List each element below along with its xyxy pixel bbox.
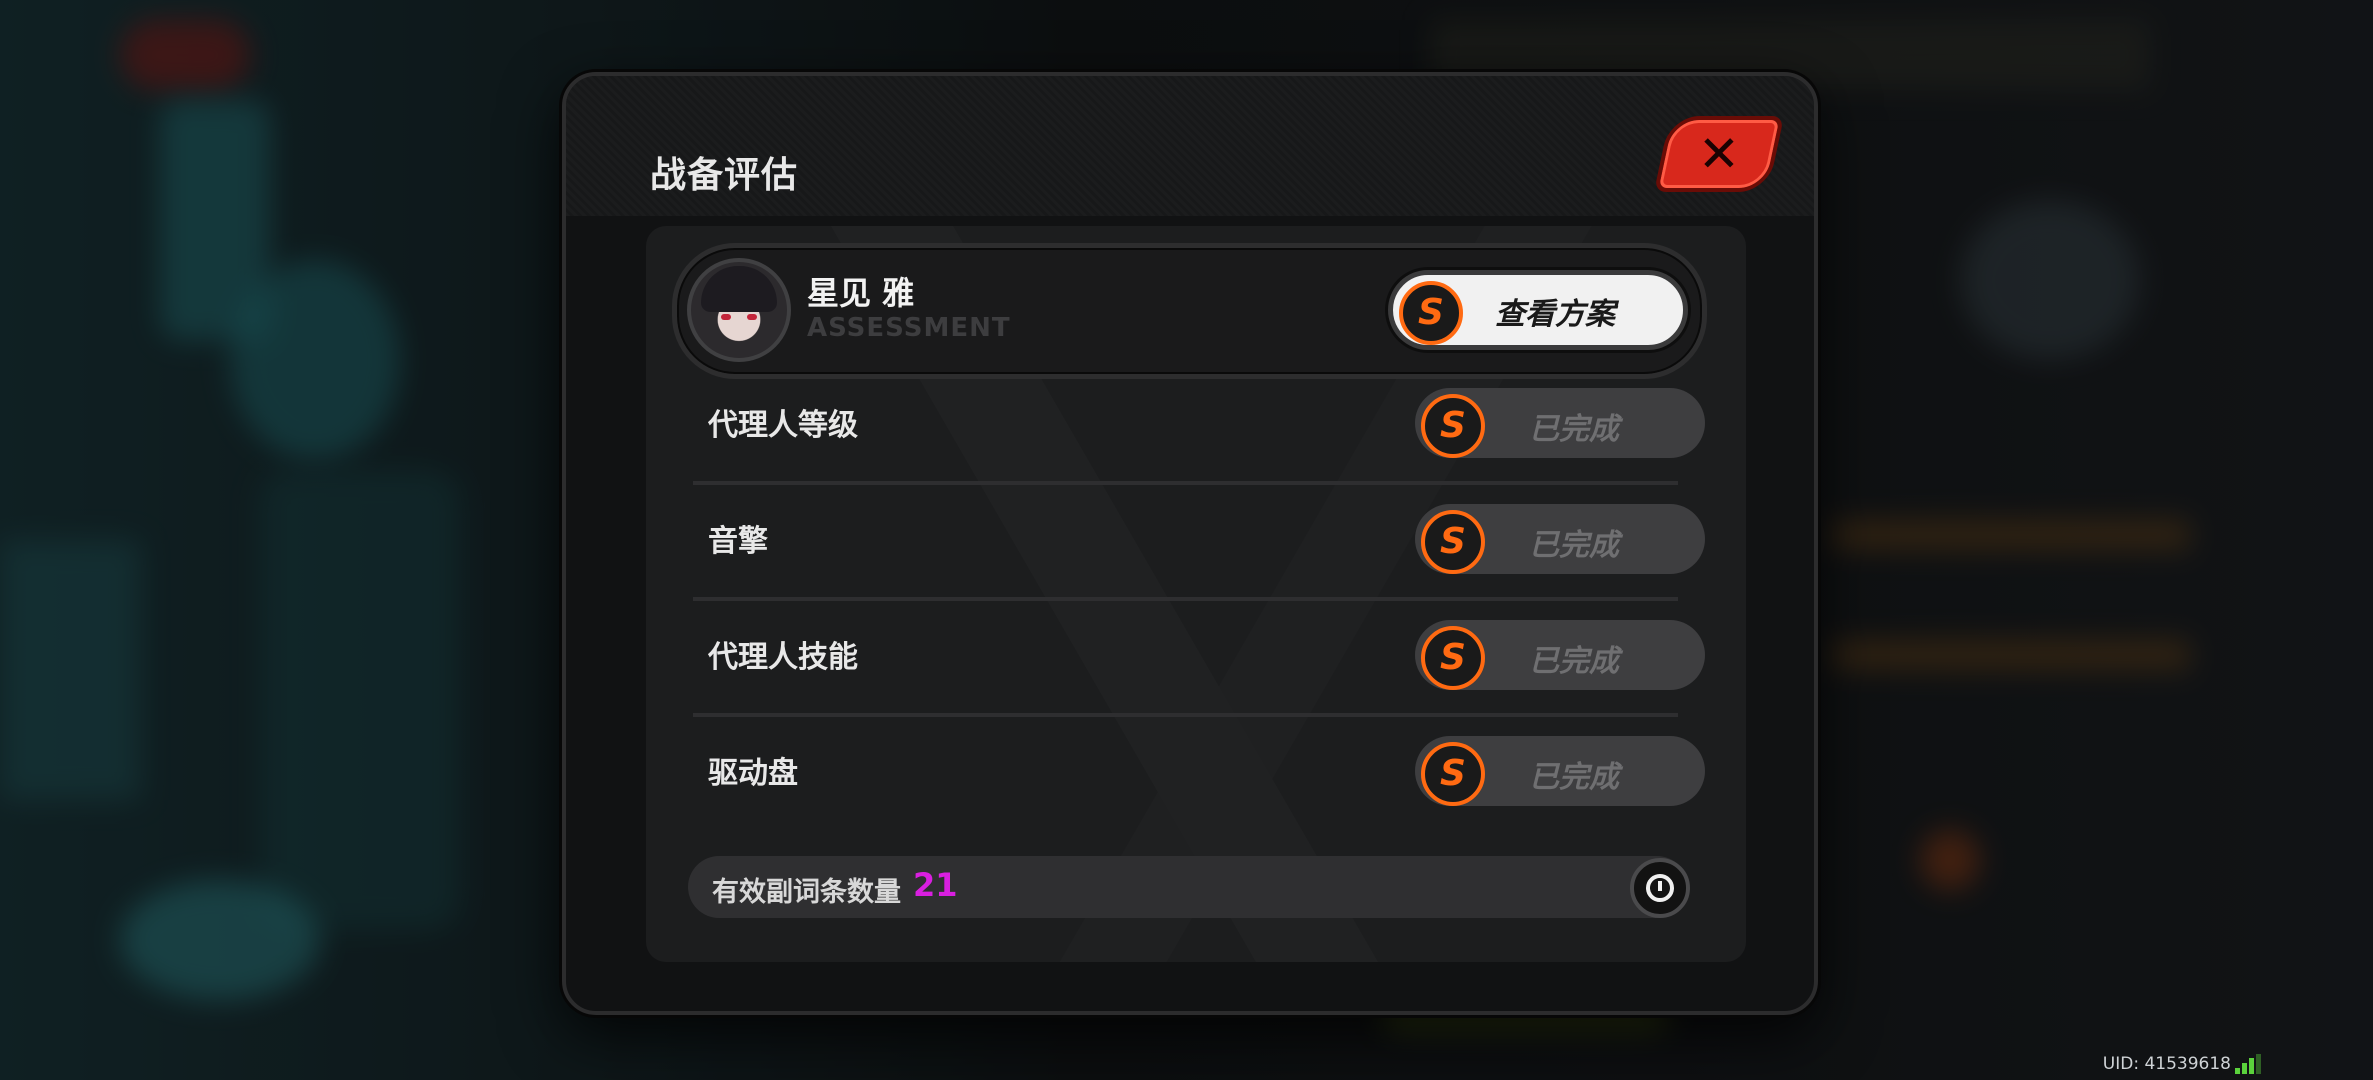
view-plan-label: 查看方案	[1495, 297, 1615, 332]
character-row: 星见 雅 ASSESSMENT S 查看方案	[672, 243, 1707, 379]
effective-substats-bar: 有效副词条数量 21	[688, 856, 1690, 918]
close-x-icon: ✕	[1698, 125, 1740, 183]
substat-value: 21	[913, 866, 958, 904]
status-label: 已完成	[1529, 412, 1619, 447]
eval-row-agent-level: 代理人等级 S 已完成	[690, 374, 1715, 474]
character-avatar	[687, 258, 791, 362]
rank-badge-icon: S	[1421, 742, 1485, 806]
eval-label: 驱动盘	[708, 756, 798, 791]
character-subtitle: ASSESSMENT	[807, 313, 1011, 343]
eval-label: 音擎	[708, 524, 768, 559]
uid-label: UID: 41539618	[2102, 1054, 2231, 1074]
row-divider	[693, 713, 1678, 717]
status-pill: S 已完成	[1415, 620, 1705, 690]
status-label: 已完成	[1529, 760, 1619, 795]
substat-label: 有效副词条数量	[712, 877, 901, 908]
eval-row-w-engine: 音擎 S 已完成	[690, 490, 1715, 590]
status-label: 已完成	[1529, 644, 1619, 679]
status-label: 已完成	[1529, 528, 1619, 563]
dialog-title: 战备评估	[650, 155, 799, 196]
info-button[interactable]	[1630, 858, 1690, 918]
character-name: 星见 雅	[807, 274, 915, 312]
eval-label: 代理人等级	[708, 408, 858, 443]
rank-badge-icon: S	[1421, 510, 1485, 574]
eval-row-drive-disc: 驱动盘 S 已完成	[690, 722, 1715, 822]
status-pill: S 已完成	[1415, 388, 1705, 458]
rank-badge-icon: S	[1421, 394, 1485, 458]
view-plan-button[interactable]: S 查看方案	[1388, 270, 1688, 350]
signal-icon	[2235, 1054, 2261, 1074]
eval-row-agent-skills: 代理人技能 S 已完成	[690, 606, 1715, 706]
status-pill: S 已完成	[1415, 504, 1705, 574]
rank-badge-icon: S	[1399, 281, 1463, 345]
eval-label: 代理人技能	[708, 640, 858, 675]
status-pill: S 已完成	[1415, 736, 1705, 806]
rank-badge-icon: S	[1421, 626, 1485, 690]
row-divider	[693, 597, 1678, 601]
info-icon	[1646, 874, 1674, 902]
row-divider	[693, 481, 1678, 485]
